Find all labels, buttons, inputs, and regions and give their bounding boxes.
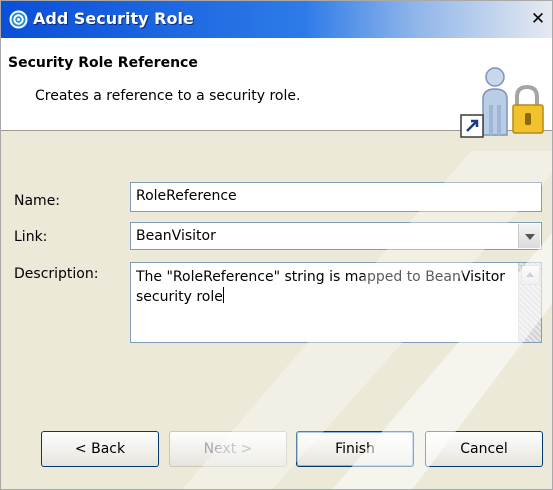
link-label: Link: [14, 229, 48, 245]
name-field[interactable]: RoleReference [130, 182, 542, 212]
close-icon: ✕ [530, 9, 546, 29]
description-textarea[interactable]: The "RoleReference" string is mapped to … [130, 262, 542, 343]
scroll-up-icon[interactable] [521, 265, 540, 285]
close-button[interactable]: ✕ [528, 9, 548, 29]
back-button[interactable]: < Back [41, 431, 159, 467]
banner-description: Creates a reference to a security role. [35, 88, 301, 104]
finish-button[interactable]: Finish [296, 431, 414, 467]
next-button[interactable]: Next > [169, 431, 287, 467]
add-security-role-dialog: Add Security Role ✕ Security Role Refere… [0, 0, 553, 490]
window-title: Add Security Role [33, 9, 194, 28]
chevron-down-icon[interactable] [518, 224, 540, 248]
title-bar[interactable]: Add Security Role ✕ [1, 1, 552, 38]
link-combo-value: BeanVisitor [136, 228, 216, 244]
security-role-lock-icon [460, 67, 544, 138]
link-combo[interactable]: BeanVisitor [130, 222, 542, 250]
description-scrollbar[interactable] [518, 263, 541, 342]
description-label: Description: [14, 266, 99, 282]
header-banner: Security Role Reference Creates a refere… [1, 38, 552, 138]
cancel-button[interactable]: Cancel [425, 431, 543, 467]
name-label: Name: [14, 193, 61, 209]
app-icon [9, 10, 28, 29]
text-caret [222, 287, 224, 303]
description-text: The "RoleReference" string is mapped to … [136, 269, 506, 305]
banner-title: Security Role Reference [8, 55, 198, 71]
